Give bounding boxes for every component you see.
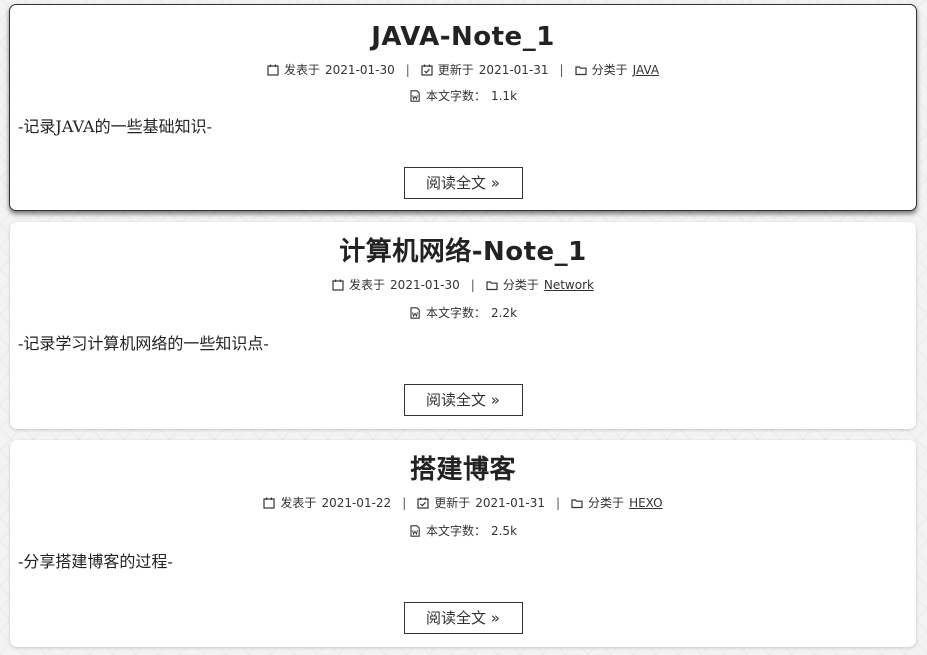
calendar-icon <box>267 64 279 76</box>
wordcount-value: 2.2k <box>490 306 518 320</box>
post-excerpt: -记录学习计算机网络的一些知识点- <box>18 334 269 353</box>
category-link[interactable]: Network <box>544 277 594 293</box>
word-file-icon <box>410 90 420 102</box>
posted-label: 发表于 <box>280 496 317 510</box>
meta-divider: | <box>402 496 407 510</box>
read-more-button[interactable]: 阅读全文 » <box>403 602 523 634</box>
post-excerpt: -分享搭建博客的过程- <box>18 552 173 571</box>
word-file-icon <box>410 525 420 537</box>
calendar-check-icon <box>417 497 429 509</box>
wordcount-value: 2.5k <box>490 524 518 538</box>
post-excerpt: -记录JAVA的一些基础知识- <box>18 117 213 136</box>
wordcount-label: 本文字数： <box>425 306 486 320</box>
post-title[interactable]: JAVA-Note_1 <box>10 22 916 52</box>
word-file-icon <box>410 307 420 319</box>
post-meta: 发表于 2021-01-22 | 更新于 2021-01-31 | 分类于 HE… <box>10 495 916 511</box>
posted-date: 2021-01-30 <box>324 63 395 77</box>
category-label: 分类于 <box>502 278 539 292</box>
post-card: 计算机网络-Note_1 发表于 2021-01-30 | 分类于 Networ… <box>10 222 916 429</box>
category-label: 分类于 <box>591 63 628 77</box>
posted-label: 发表于 <box>283 63 320 77</box>
meta-divider: | <box>559 63 564 77</box>
folder-icon <box>574 66 587 76</box>
post-wordcount: 本文字数： 2.5k <box>10 523 916 539</box>
post-title[interactable]: 搭建博客 <box>10 455 916 485</box>
calendar-check-icon <box>421 64 433 76</box>
post-wordcount: 本文字数： 1.1k <box>10 88 916 104</box>
updated-label: 更新于 <box>434 496 471 510</box>
wordcount-label: 本文字数： <box>425 89 486 103</box>
folder-icon <box>486 281 498 291</box>
updated-date: 2021-01-31 <box>478 63 549 77</box>
post-card: 搭建博客 发表于 2021-01-22 | 更新于 2021-01-31 | 分… <box>10 440 916 647</box>
category-link[interactable]: HEXO <box>629 495 663 511</box>
posted-date: 2021-01-30 <box>390 278 460 292</box>
folder-icon <box>571 499 583 509</box>
updated-date: 2021-01-31 <box>475 496 545 510</box>
read-more-button[interactable]: 阅读全文 » <box>403 384 523 416</box>
post-meta: 发表于 2021-01-30 | 分类于 Network <box>10 277 916 293</box>
calendar-icon <box>332 279 344 291</box>
posted-date: 2021-01-22 <box>321 496 392 510</box>
meta-divider: | <box>556 496 561 510</box>
posted-label: 发表于 <box>349 278 386 292</box>
wordcount-value: 1.1k <box>490 89 518 103</box>
wordcount-label: 本文字数： <box>425 524 486 538</box>
read-more-button[interactable]: 阅读全文 » <box>403 167 523 199</box>
post-wordcount: 本文字数： 2.2k <box>10 305 916 321</box>
meta-divider: | <box>405 63 410 77</box>
updated-label: 更新于 <box>437 63 474 77</box>
meta-divider: | <box>470 278 475 292</box>
post-title[interactable]: 计算机网络-Note_1 <box>10 237 916 267</box>
category-label: 分类于 <box>588 496 625 510</box>
category-link[interactable]: JAVA <box>633 62 659 78</box>
calendar-icon <box>263 497 276 509</box>
post-card: JAVA-Note_1 发表于 2021-01-30 | 更新于 2021-01… <box>9 4 917 211</box>
post-meta: 发表于 2021-01-30 | 更新于 2021-01-31 | 分类于 JA… <box>10 62 916 78</box>
